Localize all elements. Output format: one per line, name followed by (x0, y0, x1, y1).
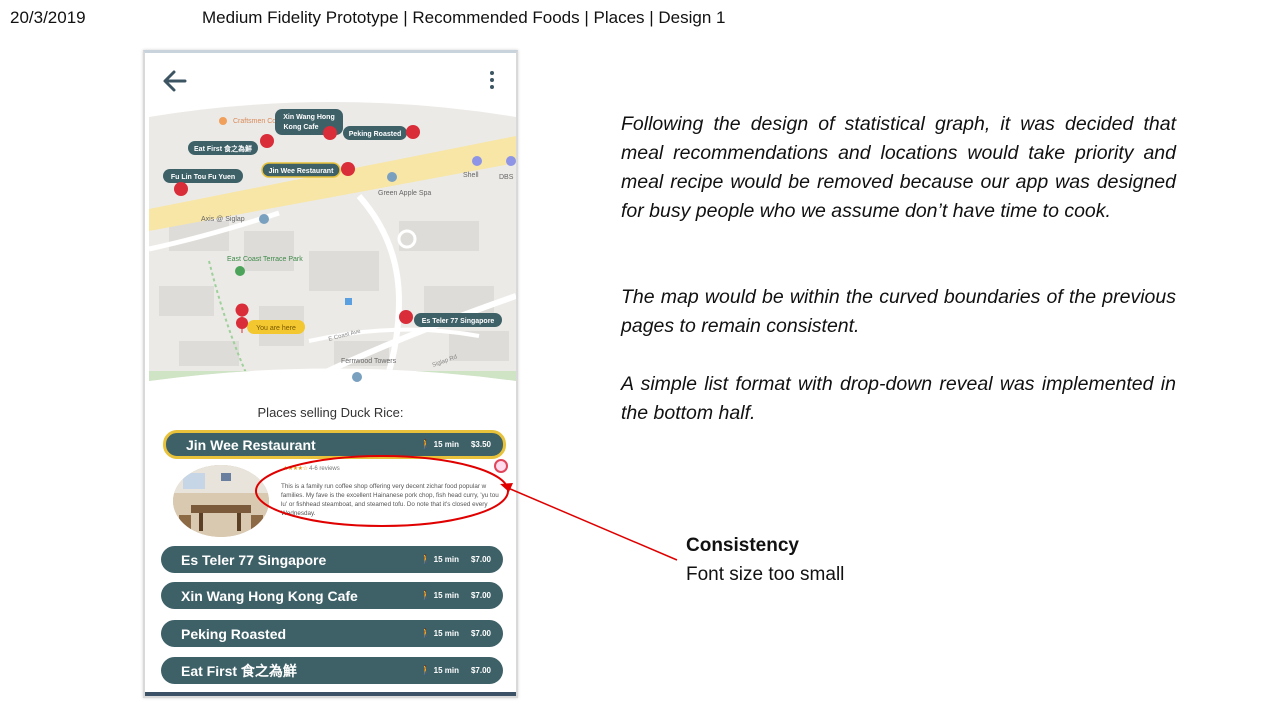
fernwood-poi-icon (352, 372, 362, 382)
restaurant-pin-icon (341, 162, 355, 176)
map-label-dbs: DBS (499, 174, 514, 181)
location-pin-head (236, 317, 248, 329)
walk-icon: 🚶 (420, 590, 432, 600)
review-count: 4-6 reviews (309, 466, 340, 472)
marker-label-eat-first: Eat First 食之為鮮 (194, 144, 252, 153)
dbs-poi-icon (506, 156, 516, 166)
place-item-peking[interactable]: Peking Roasted 🚶 15 min $7.00 (161, 620, 503, 647)
travel-time: 🚶 15 min (420, 628, 459, 639)
description-paragraph-2: The map would be within the curved bound… (621, 286, 1176, 337)
place-name: Eat First 食之為鮮 (181, 662, 297, 679)
annotation-heading: Consistency (686, 535, 799, 556)
travel-time: 🚶 15 min (420, 665, 459, 676)
place-name: Jin Wee Restaurant (186, 436, 316, 453)
green-apple-poi-icon (387, 172, 397, 182)
transit-poi-icon (345, 298, 352, 305)
restaurant-pin-icon (174, 182, 188, 196)
walk-icon: 🚶 (420, 628, 432, 638)
coffee-poi-icon (219, 117, 227, 125)
shell-poi-icon (472, 156, 482, 166)
place-price: $7.00 (470, 555, 491, 564)
travel-time: 🚶 15 min (420, 439, 459, 450)
map-label-fernwood: Fernwood Towers (341, 358, 397, 365)
pin-icon[interactable] (494, 459, 508, 473)
phone-bottom-bar (145, 692, 516, 696)
marker-label-es-teler: Es Teler 77 Singapore (422, 318, 495, 325)
travel-time-value: 15 min (433, 591, 459, 600)
phone-mockup: Craftsmen Coffee (Si Shell DBS Green App… (143, 50, 518, 698)
restaurant-pin-icon (260, 134, 274, 148)
map-label-axis: Axis @ Siglap (201, 216, 245, 223)
place-price: $7.00 (470, 591, 491, 600)
travel-time-value: 15 min (433, 629, 459, 638)
annotation-body: Font size too small (686, 564, 845, 585)
restaurant-pin-icon (399, 310, 413, 324)
annotation-arrow-line (507, 487, 678, 561)
walk-icon: 🚶 (420, 554, 432, 564)
axis-poi-icon (259, 214, 269, 224)
marker-label-peking: Peking Roasted (349, 131, 402, 138)
marker-label-xin-wang-line-2: Kong Cafe (284, 124, 319, 131)
restaurant-pin-icon (323, 126, 337, 140)
description-paragraph-1: Following the design of statistical grap… (621, 113, 1176, 222)
map-label-park: East Coast Terrace Park (227, 256, 303, 263)
travel-time-value: 15 min (433, 440, 459, 449)
marker-label-you-are-here: You are here (256, 325, 296, 332)
place-price: $7.00 (470, 629, 491, 638)
map-label-green-apple: Green Apple Spa (378, 190, 431, 197)
back-arrow-icon[interactable] (159, 65, 191, 97)
place-price: $3.50 (470, 440, 491, 449)
walk-icon: 🚶 (420, 439, 432, 449)
description-paragraph-3: A simple list format with drop-down reve… (621, 373, 1176, 424)
place-item-xin-wang[interactable]: Xin Wang Hong Kong Cafe 🚶 15 min $7.00 (161, 582, 503, 609)
places-list-heading: Places selling Duck Rice: (257, 405, 404, 420)
travel-time: 🚶 15 min (420, 590, 459, 601)
more-options-icon[interactable] (488, 71, 496, 91)
marker-label-fu-lin: Fu Lin Tou Fu Yuen (171, 174, 235, 181)
rating-stars: ★★★★☆ (283, 466, 308, 472)
place-price: $7.00 (470, 666, 491, 675)
marker-label-jin-wee: Jin Wee Restaurant (269, 168, 335, 175)
rating-row: ★★★★☆ 4-6 reviews (283, 465, 340, 472)
marker-label-xin-wang-line-1: Xin Wang Hong (283, 114, 334, 121)
travel-time-value: 15 min (433, 666, 459, 675)
place-item-jin-wee[interactable]: Jin Wee Restaurant 🚶 15 min $3.50 (163, 430, 506, 459)
restaurant-photo (173, 465, 269, 537)
slide-date: 20/3/2019 (10, 8, 86, 27)
walk-icon: 🚶 (420, 665, 432, 675)
place-name: Xin Wang Hong Kong Cafe (181, 587, 358, 604)
travel-time-value: 15 min (433, 555, 459, 564)
place-name: Es Teler 77 Singapore (181, 551, 327, 568)
place-item-eat-first[interactable]: Eat First 食之為鮮 🚶 15 min $7.00 (161, 657, 503, 684)
restaurant-description: This is a family run coffee shop offerin… (281, 483, 499, 517)
travel-time: 🚶 15 min (420, 554, 459, 565)
place-item-es-teler[interactable]: Es Teler 77 Singapore 🚶 15 min $7.00 (161, 546, 503, 573)
park-poi-icon (235, 266, 245, 276)
slide-title: Medium Fidelity Prototype | Recommended … (202, 8, 726, 27)
map-view[interactable]: Craftsmen Coffee (Si Shell DBS Green App… (149, 101, 516, 401)
map-label-shell: Shell (463, 172, 479, 179)
place-detail-dropdown: ★★★★☆ 4-6 reviews This is a family run c… (173, 459, 508, 539)
restaurant-pin-icon (406, 125, 420, 139)
place-name: Peking Roasted (181, 625, 287, 642)
